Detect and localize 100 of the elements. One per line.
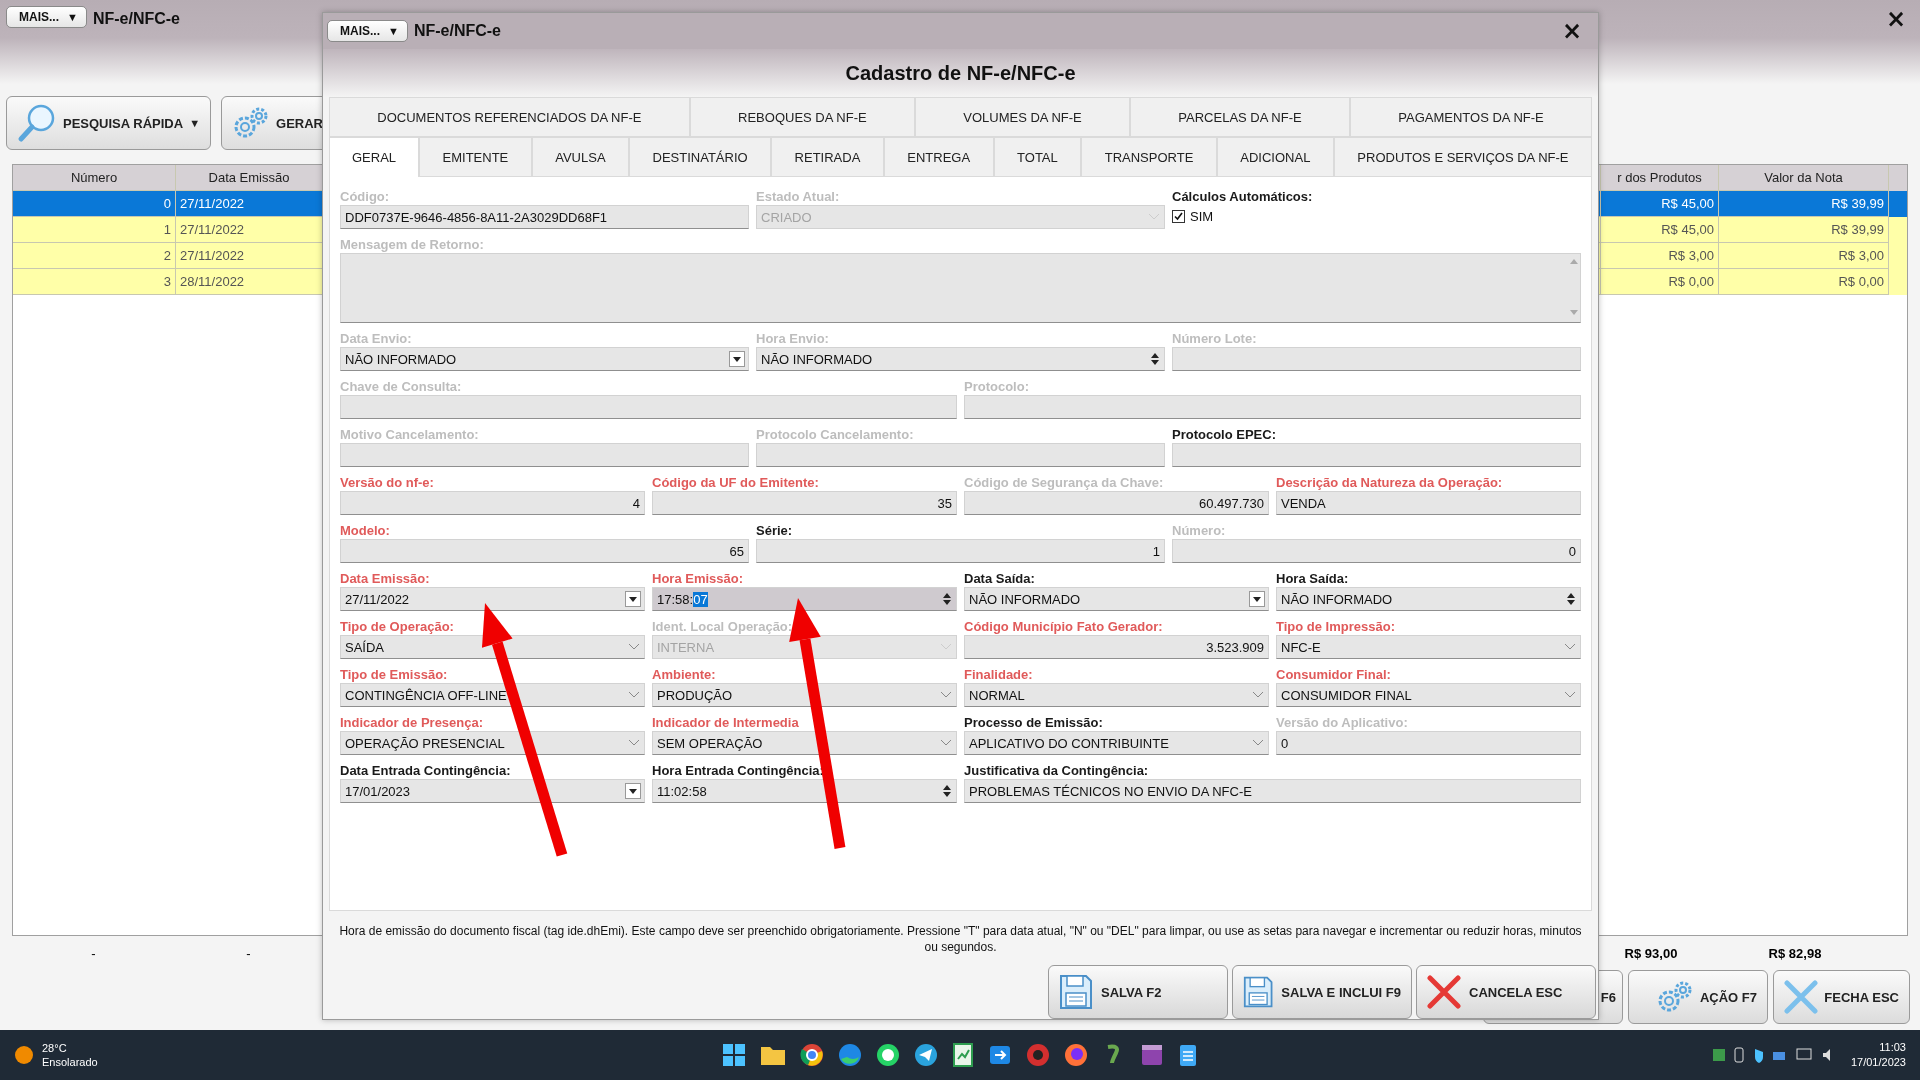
spinner-icon	[942, 783, 952, 799]
window-title: NF-e/NFC-e	[413, 22, 501, 40]
dropdown-field[interactable]: OPERAÇÃO PRESENCIAL	[340, 731, 645, 755]
total-value: R$ 82,98	[1767, 945, 1823, 961]
dialog-heading: Cadastro de NF-e/NFC-e	[323, 49, 1598, 97]
field-label: Protocolo Cancelamento:	[756, 427, 915, 442]
field-label: Código da UF do Emitente:	[652, 475, 820, 490]
toolbar-button[interactable]: PESQUISA RÁPIDA ▼	[6, 96, 212, 150]
caret-icon	[729, 351, 745, 367]
input-field[interactable]: 65	[340, 539, 749, 563]
app-icon[interactable]	[988, 1043, 1012, 1067]
action-button[interactable]: FECHA ESC	[1773, 970, 1910, 1024]
start-icon[interactable]	[722, 1043, 746, 1067]
menu-button[interactable]: MAIS... ▼	[327, 20, 408, 42]
dropdown-field[interactable]: SEM OPERAÇÃO	[652, 731, 957, 755]
spreadsheet-icon[interactable]	[952, 1043, 974, 1067]
field-label: Código Município Fato Gerador:	[964, 619, 1164, 634]
field-label: Data Saída:	[964, 571, 1036, 586]
close-button[interactable]: ×	[1555, 18, 1588, 44]
dropdown-field[interactable]: CONTINGÊNCIA OFF-LINE	[340, 683, 645, 707]
input-field[interactable]	[340, 395, 957, 419]
dropdown-field[interactable]: NORMAL	[964, 683, 1269, 707]
folder-icon[interactable]	[760, 1044, 786, 1066]
input-field[interactable]	[964, 395, 1581, 419]
spin-field[interactable]: NÃO INFORMADO	[756, 347, 1165, 371]
tab[interactable]: GERAL	[329, 137, 420, 177]
dropdown-field[interactable]: NÃO INFORMADO	[340, 347, 749, 371]
tab[interactable]: PAGAMENTOS DA NF-E	[1349, 97, 1593, 137]
browser-icon[interactable]	[800, 1043, 824, 1067]
field-label: Protocolo:	[964, 379, 1030, 394]
tab[interactable]: PARCELAS DA NF-E	[1130, 97, 1350, 137]
tab[interactable]: REBOQUES DA NF-E	[689, 97, 915, 137]
dialog-button[interactable]: SALVA E INCLUI F9	[1232, 965, 1412, 1019]
input-field[interactable]: 1	[756, 539, 1165, 563]
menu-button[interactable]: MAIS... ▼	[6, 6, 87, 28]
dropdown-field[interactable]: PRODUÇÃO	[652, 683, 957, 707]
field-label: Descrição da Natureza da Operação:	[1276, 475, 1504, 490]
input-field[interactable]	[1172, 443, 1581, 467]
dropdown-field[interactable]: 17/01/2023	[340, 779, 645, 803]
field-label: Ident. Local Operação:	[652, 619, 794, 634]
tab[interactable]: TOTAL	[993, 137, 1082, 177]
dropdown-field[interactable]: 27/11/2022	[340, 587, 645, 611]
dialog-button[interactable]: SALVA F2	[1048, 965, 1228, 1019]
input-field[interactable]: PROBLEMAS TÉCNICOS NO ENVIO DA NFC-E	[964, 779, 1581, 803]
dialog-button[interactable]: CANCELA ESC	[1416, 965, 1596, 1019]
field-label: Modelo:	[340, 523, 391, 538]
field-label: Tipo de Emissão:	[340, 667, 449, 682]
field-label: Mensagem de Retorno:	[340, 237, 485, 252]
help-text: Hora de emissão do documento fiscal (tag ide.dhEmi). Este campo deve ser preenchido obrigatoriamente. Pressione "T" para data atual, "N" ou "DEL" para limpar, ou use as setas para navegar e incrementar ou reduzir horas, minutos ou segundos.	[338, 923, 1583, 955]
tab[interactable]: ENTREGA	[883, 137, 994, 177]
input-field[interactable]: 60.497.730	[964, 491, 1269, 515]
field-label: Número Lote:	[1172, 331, 1258, 346]
close-button[interactable]: ×	[1879, 6, 1912, 32]
dropdown-field[interactable]: NFC-E	[1276, 635, 1581, 659]
checkbox[interactable]: SIM	[1172, 205, 1581, 227]
chevron-icon	[1564, 691, 1576, 699]
browser-icon[interactable]	[838, 1043, 862, 1067]
input-field[interactable]: 3.523.909	[964, 635, 1269, 659]
chevron-icon	[940, 739, 952, 747]
input-field[interactable]: 0	[1276, 731, 1581, 755]
field-label: Data Envio:	[340, 331, 413, 346]
input-field[interactable]: DDF0737E-9646-4856-8A11-2A3029DD68F1	[340, 205, 749, 229]
field-label: Hora Saída:	[1276, 571, 1350, 586]
input-field[interactable]: 35	[652, 491, 957, 515]
dropdown-field[interactable]: CONSUMIDOR FINAL	[1276, 683, 1581, 707]
notepad-icon[interactable]	[1178, 1043, 1198, 1067]
table-cell: 3	[13, 269, 176, 295]
dropdown-field[interactable]: SAÍDA	[340, 635, 645, 659]
input-field[interactable]	[340, 443, 749, 467]
dropdown-field[interactable]: APLICATIVO DO CONTRIBUINTE	[964, 731, 1269, 755]
paper-plane-icon[interactable]	[914, 1043, 938, 1067]
tab[interactable]: EMITENTE	[419, 137, 532, 177]
tab[interactable]: PRODUTOS E SERVIÇOS DA NF-E	[1333, 137, 1592, 177]
temperature: 28°C	[42, 1041, 68, 1055]
field-label: Tipo de Impressão:	[1276, 619, 1396, 634]
action-button[interactable]: AÇÃO F7	[1628, 970, 1768, 1024]
spin-field[interactable]: 11:02:58	[652, 779, 957, 803]
tab[interactable]: DOCUMENTOS REFERENCIADOS DA NF-E	[329, 97, 690, 137]
field-label: Código:	[340, 189, 391, 204]
field-label: Estado Atual:	[756, 189, 841, 204]
caret-icon	[625, 783, 641, 799]
tab[interactable]: ADICIONAL	[1216, 137, 1334, 177]
tab[interactable]: DESTINATÁRIO	[629, 137, 772, 177]
input-field[interactable]: 4	[340, 491, 645, 515]
input-field[interactable]: VENDA	[1276, 491, 1581, 515]
dropdown-field[interactable]: NÃO INFORMADO	[964, 587, 1269, 611]
tab[interactable]: TRANSPORTE	[1081, 137, 1217, 177]
input-field[interactable]	[1172, 347, 1581, 371]
field-label: Data Emissão:	[340, 571, 431, 586]
close-icon	[1427, 975, 1461, 1009]
clapper-icon[interactable]	[1140, 1043, 1164, 1067]
chevron-icon	[628, 643, 640, 651]
field-label: Motivo Cancelamento:	[340, 427, 480, 442]
chat-icon[interactable]	[876, 1043, 900, 1067]
input-field[interactable]	[756, 443, 1165, 467]
tab[interactable]: RETIRADA	[771, 137, 884, 177]
input-field[interactable]: 0	[1172, 539, 1581, 563]
tab[interactable]: AVULSA	[531, 137, 630, 177]
tab[interactable]: VOLUMES DA NF-E	[914, 97, 1131, 137]
spin-field[interactable]: NÃO INFORMADO	[1276, 587, 1581, 611]
